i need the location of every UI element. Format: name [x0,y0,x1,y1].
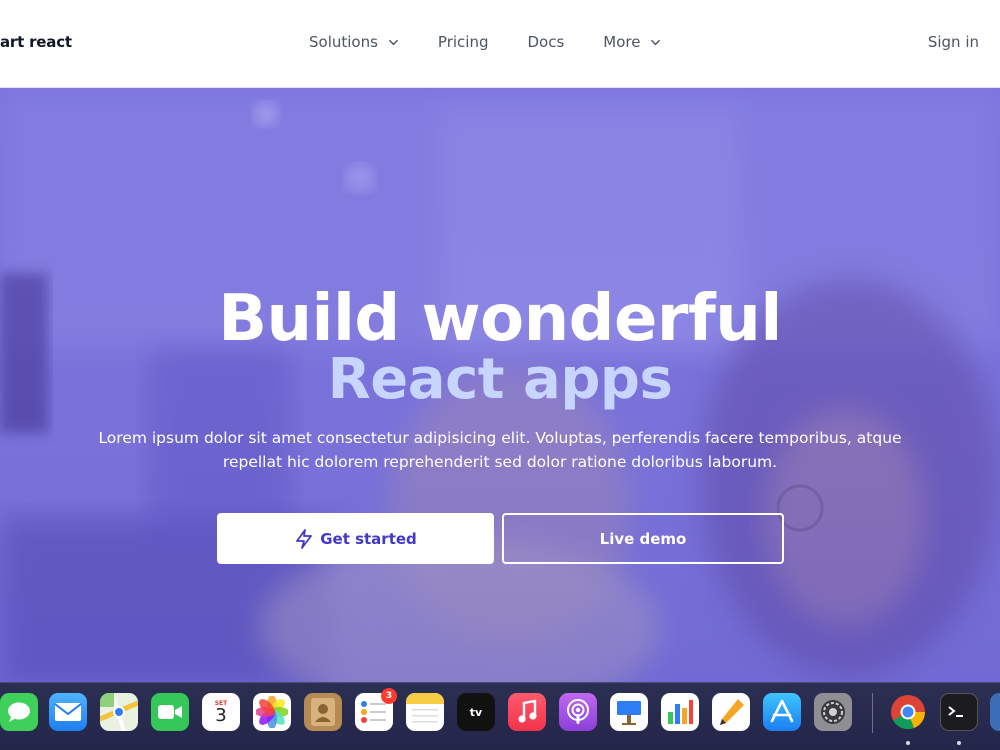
nav-item-label: Solutions [309,33,378,51]
app-store-icon[interactable] [763,693,801,731]
maps-icon[interactable] [100,693,138,731]
tv-icon[interactable]: tv [457,693,495,731]
nav-item-more[interactable]: More [603,33,661,51]
music-icon[interactable] [508,693,546,731]
hero-subtitle: Lorem ipsum dolor sit amet consectetur a… [98,429,902,471]
calendar-day: 3 [215,704,227,726]
nav-item-pricing[interactable]: Pricing [438,33,489,51]
keynote-icon[interactable] [610,693,648,731]
sign-in-link[interactable]: Sign in [928,33,979,51]
podcasts-icon[interactable] [559,693,597,731]
main-nav: Solutions Pricing Docs More [309,33,700,51]
facetime-icon[interactable] [151,693,189,731]
hero-section: Build wonderful React apps Lorem ipsum d… [0,88,1000,688]
reminders-badge: 3 [381,688,397,704]
lightning-icon [296,528,313,549]
chevron-down-icon [651,39,661,45]
nav-item-label: More [603,33,641,51]
get-started-label: Get started [320,529,417,548]
mail-icon[interactable] [49,693,87,731]
messages-icon[interactable] [0,693,38,731]
hero-title: Build wonderful [218,282,782,356]
terminal-icon[interactable] [940,693,978,731]
chevron-down-icon [389,39,398,45]
brand-logo-text[interactable]: art react [0,33,72,51]
numbers-icon[interactable] [661,693,699,731]
hero-title-highlight: React apps [327,347,673,412]
calendar-icon[interactable]: SET 3 [202,693,240,731]
partial-app-icon[interactable] [990,693,1000,731]
live-demo-button[interactable]: Live demo [502,513,784,564]
notes-icon[interactable] [406,693,444,731]
tv-label: tv [469,705,483,719]
running-indicator [906,741,910,745]
nav-item-label: Pricing [437,33,489,51]
nav-item-solutions[interactable]: Solutions [309,33,399,51]
pages-icon[interactable] [712,693,750,731]
live-demo-label: Live demo [599,529,687,548]
photos-icon[interactable] [253,693,291,731]
macos-dock: SET 3 3 tv [0,682,1000,750]
top-navbar: art react Solutions Pricing Docs More Si… [0,0,1000,88]
nav-item-docs[interactable]: Docs [527,33,564,51]
get-started-button[interactable]: Get started [217,513,494,564]
running-indicator [957,741,961,745]
dock-separator [872,693,873,733]
system-preferences-icon[interactable] [814,693,852,731]
chrome-icon[interactable] [889,693,927,731]
contacts-icon[interactable] [304,693,342,731]
nav-item-label: Docs [527,33,565,51]
